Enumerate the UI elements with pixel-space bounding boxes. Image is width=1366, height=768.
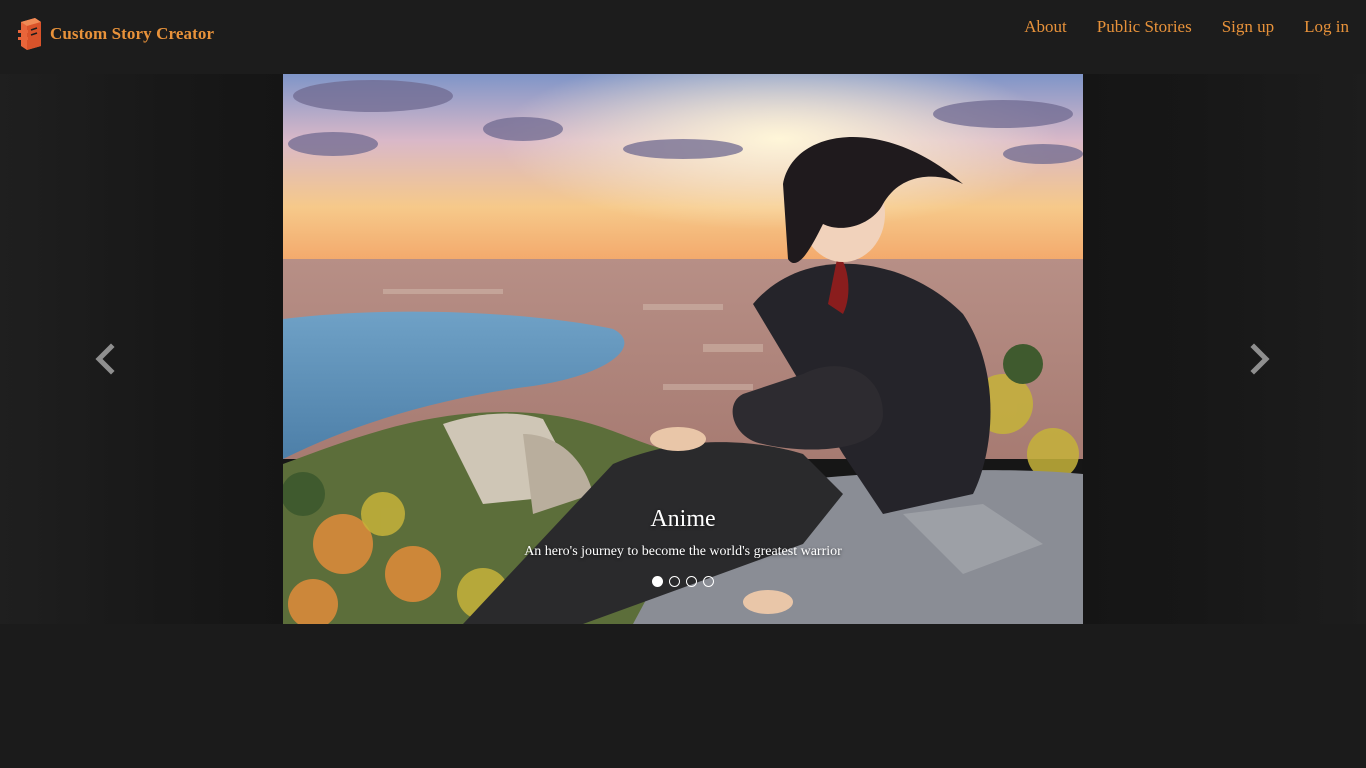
carousel-indicator-4[interactable] bbox=[703, 576, 714, 587]
brand-name: Custom Story Creator bbox=[50, 24, 215, 43]
chevron-left-icon bbox=[95, 343, 115, 375]
chevron-right-icon bbox=[1250, 343, 1270, 375]
story-carousel: Anime An hero's journey to become the wo… bbox=[0, 74, 1366, 624]
nav-login-link[interactable]: Log in bbox=[1304, 17, 1349, 37]
nav-about-link[interactable]: About bbox=[1024, 17, 1067, 37]
carousel-indicator-1[interactable] bbox=[652, 576, 663, 587]
slide-caption: Anime An hero's journey to become the wo… bbox=[283, 504, 1083, 560]
carousel-prev-button[interactable] bbox=[85, 339, 125, 379]
carousel-right-backdrop bbox=[1082, 74, 1366, 624]
carousel-indicator-2[interactable] bbox=[669, 576, 680, 587]
navbar: Custom Story Creator About Public Storie… bbox=[0, 0, 1366, 74]
carousel-slide[interactable]: Anime An hero's journey to become the wo… bbox=[283, 74, 1083, 624]
carousel-next-button[interactable] bbox=[1240, 339, 1280, 379]
page-footer-area bbox=[0, 624, 1366, 768]
book-logo-icon bbox=[18, 18, 41, 50]
slide-description: An hero's journey to become the world's … bbox=[524, 544, 842, 559]
nav-links: About Public Stories Sign up Log in bbox=[994, 17, 1349, 37]
carousel-indicator-3[interactable] bbox=[686, 576, 697, 587]
carousel-left-backdrop bbox=[0, 74, 283, 624]
slide-title: Anime bbox=[650, 506, 716, 532]
nav-public-stories-link[interactable]: Public Stories bbox=[1097, 17, 1192, 37]
brand-link[interactable]: Custom Story Creator bbox=[17, 16, 214, 52]
carousel-indicators bbox=[283, 576, 1083, 587]
nav-signup-link[interactable]: Sign up bbox=[1222, 17, 1274, 37]
